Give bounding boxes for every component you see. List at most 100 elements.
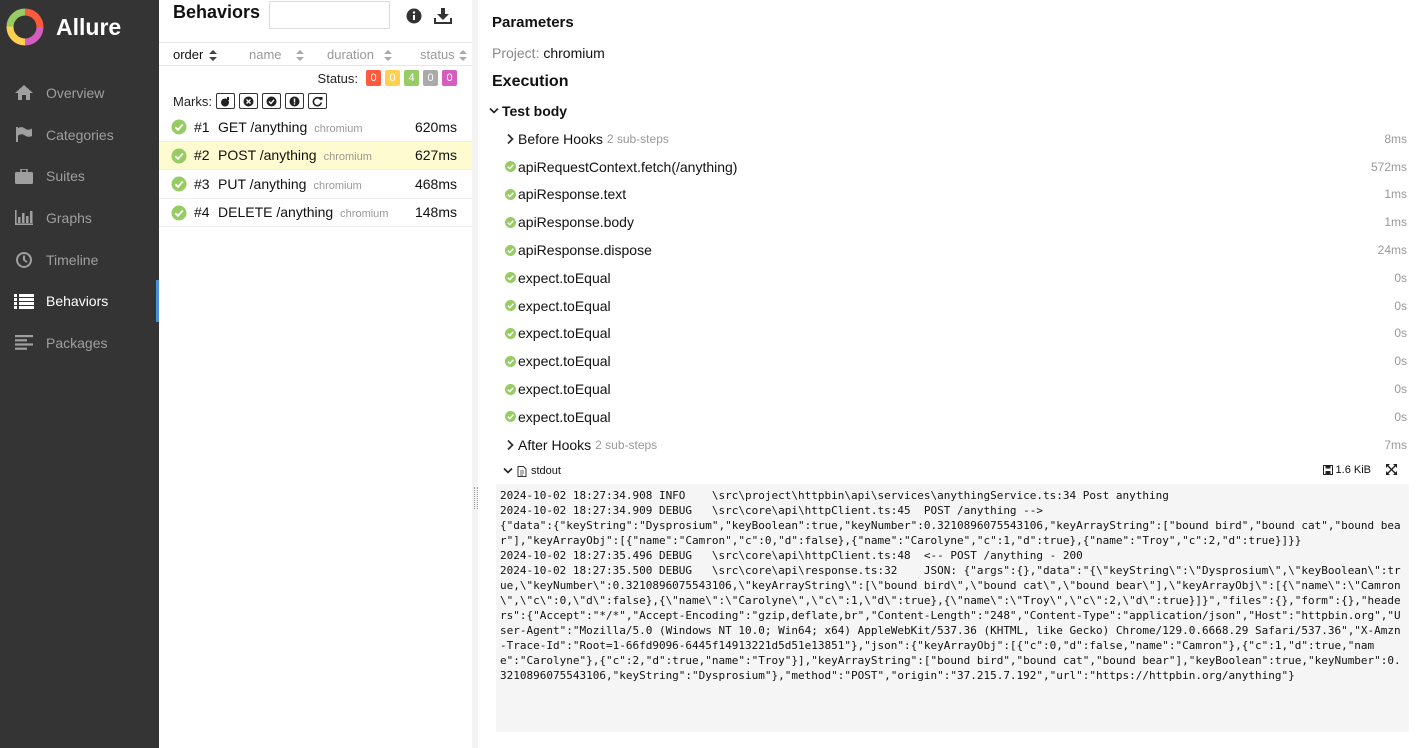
test-row[interactable]: #4 DELETE /anything chromium 148ms <box>159 199 472 227</box>
step-duration: 1ms <box>1384 187 1407 202</box>
panel-title: Behaviors <box>173 2 261 22</box>
stdout-text: 2024-10-02 18:27:34.908 INFO \src\projec… <box>500 489 1401 682</box>
step-status <box>502 133 518 145</box>
chevron-right-icon <box>506 133 514 145</box>
step-row[interactable]: apiResponse.body 1ms <box>502 208 1407 236</box>
step-row[interactable]: expect.toEqual 0s <box>502 375 1407 403</box>
passed-icon <box>504 188 516 200</box>
sidebar-item-label: Overview <box>46 84 105 101</box>
step-duration: 0s <box>1394 354 1407 369</box>
sort-icon <box>295 50 304 62</box>
step-label: After Hooks <box>518 436 592 453</box>
status-count-badge[interactable]: 4 <box>404 70 419 86</box>
sidebar-item-label: Suites <box>46 168 85 185</box>
bomb-icon <box>221 96 229 106</box>
step-label: apiRequestContext.fetch(/anything) <box>518 158 738 175</box>
status-count-badge[interactable]: 0 <box>442 70 457 86</box>
step-duration: 0s <box>1394 270 1407 285</box>
test-name: DELETE /anything chromium <box>218 204 388 220</box>
step-status <box>502 327 518 339</box>
status-counts: 00400 <box>362 70 457 86</box>
step-row[interactable]: expect.toEqual 0s <box>502 264 1407 292</box>
sort-order[interactable]: order <box>173 47 218 62</box>
chevron-down-icon <box>503 467 513 474</box>
parameters-title: Parameters <box>492 14 574 31</box>
allure-logo-icon[interactable] <box>6 8 44 46</box>
sidebar-item-label: Timeline <box>46 251 99 268</box>
sidebar-item-graphs[interactable]: Graphs <box>0 197 159 239</box>
sidebar-item-timeline[interactable]: Timeline <box>0 239 159 281</box>
brand-name[interactable]: Allure <box>56 14 121 41</box>
align-left-icon <box>13 334 35 352</box>
test-row[interactable]: #2 POST /anything chromium 627ms <box>159 141 472 170</box>
step-row[interactable]: expect.toEqual 0s <box>502 347 1407 375</box>
stdout-content[interactable]: 2024-10-02 18:27:34.908 INFO \src\projec… <box>496 484 1409 732</box>
info-icon[interactable] <box>406 8 422 24</box>
status-count-badge[interactable]: 0 <box>366 70 381 86</box>
download-icon[interactable] <box>434 7 452 24</box>
expand-icon[interactable] <box>1386 464 1397 475</box>
search-input[interactable] <box>269 1 390 29</box>
list-icon <box>13 292 35 310</box>
sidebar-item-overview[interactable]: Overview <box>0 72 159 114</box>
passed-icon <box>504 300 516 312</box>
passed-icon <box>504 411 516 423</box>
attachment-size[interactable]: 1.6 KiB <box>1322 464 1371 476</box>
new-failed-mark-toggle[interactable] <box>239 93 258 109</box>
parameter-value: chromium <box>543 45 605 61</box>
step-label: expect.toEqual <box>518 408 611 425</box>
step-group[interactable]: After Hooks 2 sub-steps 7ms <box>502 431 1407 459</box>
attachment-header[interactable]: stdout 1.6 KiB <box>502 462 1407 480</box>
attachment-size-label: 1.6 KiB <box>1335 464 1371 476</box>
chevron-right-icon <box>506 439 514 450</box>
test-body-toggle[interactable]: Test body <box>488 103 567 119</box>
sidebar-item-behaviors[interactable]: Behaviors <box>0 280 159 322</box>
test-row[interactable]: #1 GET /anything chromium 620ms <box>159 113 472 142</box>
sidebar-item-categories[interactable]: Categories <box>0 114 159 156</box>
test-env: chromium <box>314 122 363 135</box>
step-row[interactable]: apiRequestContext.fetch(/anything) 572ms <box>502 153 1407 181</box>
parameter-row: Project: chromium <box>492 45 605 61</box>
exclamation-circle-icon <box>289 96 300 106</box>
home-icon <box>13 84 35 102</box>
step-row[interactable]: expect.toEqual 0s <box>502 292 1407 320</box>
attachment-name: stdout <box>531 465 561 477</box>
passed-icon <box>504 272 516 284</box>
status-count-badge[interactable]: 0 <box>423 70 438 86</box>
step-label: expect.toEqual <box>518 353 611 370</box>
sort-name[interactable]: name <box>249 47 304 62</box>
step-row[interactable]: apiResponse.dispose 24ms <box>502 236 1407 264</box>
step-row[interactable]: expect.toEqual 0s <box>502 403 1407 431</box>
step-duration: 0s <box>1394 409 1407 424</box>
sort-status[interactable]: status <box>420 47 467 62</box>
step-substeps: 2 sub-steps <box>595 437 658 452</box>
step-duration: 0s <box>1394 326 1407 341</box>
step-row[interactable]: apiResponse.text 1ms <box>502 181 1407 209</box>
passed-icon <box>504 161 516 173</box>
passed-icon <box>504 355 516 367</box>
test-body-label: Test body <box>502 103 568 119</box>
passed-icon <box>504 383 516 395</box>
sidebar-item-label: Categories <box>46 126 114 143</box>
sort-icon <box>383 50 392 62</box>
sidebar-item-suites[interactable]: Suites <box>0 155 159 197</box>
sidebar-item-label: Behaviors <box>46 293 109 310</box>
save-icon <box>1322 465 1333 475</box>
test-row[interactable]: #3 PUT /anything chromium 468ms <box>159 170 472 199</box>
step-label: expect.toEqual <box>518 325 611 342</box>
step-status <box>502 439 518 451</box>
status-count-badge[interactable]: 0 <box>385 70 400 86</box>
step-row[interactable]: expect.toEqual 0s <box>502 320 1407 348</box>
test-duration: 627ms <box>414 147 457 164</box>
marks-label: Marks: <box>173 93 212 109</box>
flaky-mark-toggle[interactable] <box>216 93 235 109</box>
new-broken-mark-toggle[interactable] <box>285 93 304 109</box>
new-passed-mark-toggle[interactable] <box>262 93 281 109</box>
sort-status-label: status <box>420 47 455 62</box>
step-group[interactable]: Before Hooks 2 sub-steps 8ms <box>502 125 1407 153</box>
test-duration: 148ms <box>414 204 457 221</box>
sidebar-item-packages[interactable]: Packages <box>0 322 159 364</box>
behaviors-panel: Behaviors order name duration status Sta… <box>159 0 473 748</box>
retries-mark-toggle[interactable] <box>308 93 327 109</box>
sort-duration[interactable]: duration <box>327 47 392 62</box>
